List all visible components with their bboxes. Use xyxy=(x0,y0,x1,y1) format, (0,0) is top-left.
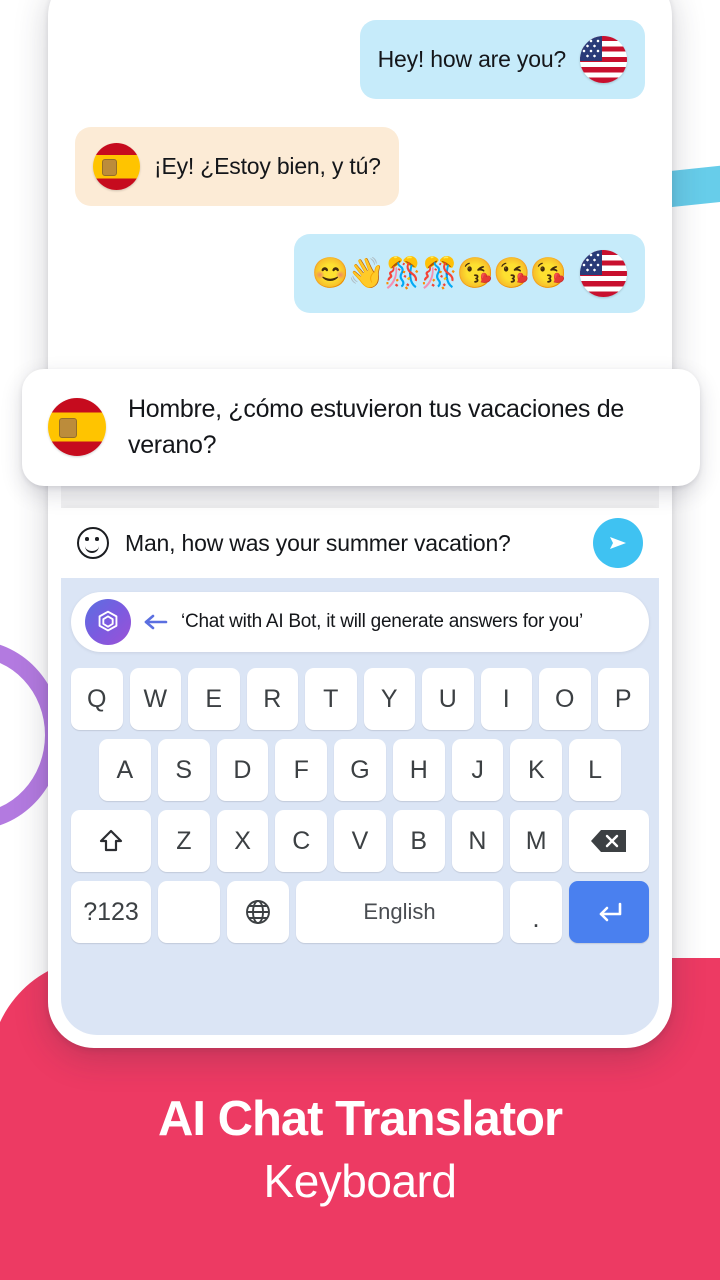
key-i[interactable]: I xyxy=(480,668,532,730)
promo-headline: AI Chat Translator Keyboard xyxy=(0,1092,720,1210)
key-v[interactable]: V xyxy=(334,810,386,872)
key-w[interactable]: W xyxy=(129,668,181,730)
headline-line-1: AI Chat Translator xyxy=(157,1092,563,1146)
key-r[interactable]: R xyxy=(246,668,298,730)
ai-bot-glyph-icon xyxy=(98,610,118,632)
chat-message-row: 😊👋🎊🎊😘😘😘 xyxy=(75,234,645,313)
chat-bubble-text: ¡Ey! ¿Estoy bien, y tú? xyxy=(154,153,381,180)
highlighted-translation-card[interactable]: Hombre, ¿cómo estuvieron tus vacaciones … xyxy=(22,369,700,486)
backspace-icon xyxy=(591,830,627,852)
backspace-key[interactable] xyxy=(569,810,650,872)
key-h[interactable]: H xyxy=(392,739,445,801)
chat-message-row: ¡Ey! ¿Estoy bien, y tú? xyxy=(75,127,645,206)
ai-bot-icon[interactable] xyxy=(85,599,131,645)
period-key[interactable]: . xyxy=(510,881,562,943)
key-d[interactable]: D xyxy=(216,739,269,801)
send-icon xyxy=(610,537,626,549)
key-y[interactable]: Y xyxy=(363,668,415,730)
key-z[interactable]: Z xyxy=(157,810,210,872)
key-p[interactable]: P xyxy=(597,668,649,730)
enter-return-icon xyxy=(599,902,622,922)
chat-bubble-emoji-text: 😊👋🎊🎊😘😘😘 xyxy=(311,256,567,290)
shift-key[interactable] xyxy=(70,810,151,872)
shift-arrow-icon xyxy=(99,829,123,852)
enter-key[interactable] xyxy=(569,881,649,943)
key-o[interactable]: O xyxy=(539,668,591,730)
language-globe-key[interactable] xyxy=(227,881,289,943)
symbols-key[interactable]: ?123 xyxy=(71,881,151,943)
key-a[interactable]: A xyxy=(98,739,151,801)
key-x[interactable]: X xyxy=(216,810,269,872)
smiley-icon[interactable] xyxy=(77,527,109,559)
key-t[interactable]: T xyxy=(305,668,357,730)
message-input-bar: Man, how was your summer vacation? xyxy=(61,508,659,578)
key-j[interactable]: J xyxy=(451,739,504,801)
key-m[interactable]: M xyxy=(510,810,563,872)
phone-frame: Hey! how are you? ¡Ey! ¿Estoy bien, y tú… xyxy=(48,0,672,1048)
key-s[interactable]: S xyxy=(157,739,210,801)
chat-bubble-text: Hey! how are you? xyxy=(377,46,567,73)
us-flag-icon xyxy=(580,36,627,83)
es-flag-icon xyxy=(48,398,106,457)
keyboard-row-3: Z X C V B N M xyxy=(70,810,650,872)
key-u[interactable]: U xyxy=(422,668,474,730)
space-key[interactable]: English xyxy=(296,881,503,943)
key-k[interactable]: K xyxy=(510,739,563,801)
keyboard-row-4: ?123 English . xyxy=(71,881,649,943)
phone-screen: Hey! how are you? ¡Ey! ¿Estoy bien, y tú… xyxy=(61,0,659,1035)
send-button[interactable] xyxy=(593,518,643,568)
highlighted-translation-text: Hombre, ¿cómo estuvieron tus vacaciones … xyxy=(128,395,624,460)
headline-line-2: Keyboard xyxy=(263,1154,457,1207)
keyboard-row-2: A S D F G H J K L xyxy=(71,739,649,801)
key-g[interactable]: G xyxy=(334,739,386,801)
key-e[interactable]: E xyxy=(188,668,240,730)
ai-suggestion-bar[interactable]: ‘Chat with AI Bot, it will generate answ… xyxy=(71,592,649,652)
chat-message-row: Hey! how are you? xyxy=(75,20,645,99)
key-q[interactable]: Q xyxy=(71,668,123,730)
globe-icon xyxy=(246,900,270,924)
message-input-field[interactable]: Man, how was your summer vacation? xyxy=(125,530,577,557)
chat-bubble-outgoing[interactable]: Hey! how are you? xyxy=(359,20,645,99)
key-b[interactable]: B xyxy=(392,810,445,872)
ai-suggestion-text: ‘Chat with AI Bot, it will generate answ… xyxy=(181,611,584,632)
arrow-left-icon xyxy=(143,612,169,632)
key-n[interactable]: N xyxy=(451,810,504,872)
key-c[interactable]: C xyxy=(275,810,328,872)
chat-bubble-outgoing-emoji[interactable]: 😊👋🎊🎊😘😘😘 xyxy=(293,234,645,313)
blank-key[interactable] xyxy=(158,881,220,943)
key-f[interactable]: F xyxy=(275,739,328,801)
key-l[interactable]: L xyxy=(569,739,622,801)
chat-bubble-incoming[interactable]: ¡Ey! ¿Estoy bien, y tú? xyxy=(75,127,399,206)
es-flag-icon xyxy=(93,143,140,190)
keyboard-row-1: Q W E R T Y U I O P xyxy=(71,668,649,730)
app-screenshot: Hey! how are you? ¡Ey! ¿Estoy bien, y tú… xyxy=(0,0,720,1280)
on-screen-keyboard: ‘Chat with AI Bot, it will generate answ… xyxy=(61,578,659,1035)
us-flag-icon xyxy=(580,250,627,297)
